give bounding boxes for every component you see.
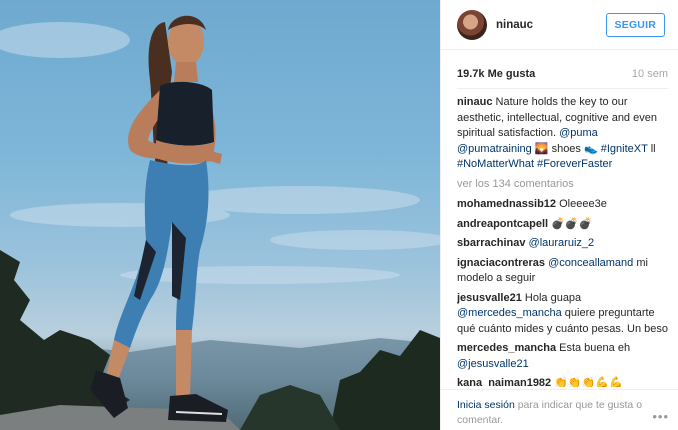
login-link[interactable]: Inicia sesión bbox=[457, 399, 515, 411]
avatar[interactable] bbox=[457, 9, 487, 40]
caption-username[interactable]: ninauc bbox=[457, 96, 492, 108]
comment-text: Oleeee3e bbox=[556, 198, 607, 210]
comment-username[interactable]: mercedes_mancha bbox=[457, 342, 556, 354]
comment-username[interactable]: kana_naiman1982 bbox=[457, 377, 551, 387]
mention-link[interactable]: @puma bbox=[559, 127, 598, 139]
comment-username[interactable]: andreapontcapell bbox=[457, 218, 548, 230]
comment-text: Esta buena eh bbox=[556, 342, 631, 354]
comment: mohamednassib12 Oleeee3e bbox=[457, 197, 669, 213]
caption-text: ll bbox=[647, 142, 656, 155]
comment: sbarrachinav @lauraruiz_2 bbox=[457, 236, 669, 252]
mention-link[interactable]: @conceallamand bbox=[548, 257, 633, 269]
likes-count[interactable]: 19.7k Me gusta bbox=[457, 68, 535, 80]
caption-text: 🌄 shoes 👟 bbox=[531, 142, 601, 155]
mention-link[interactable]: @lauraruiz_2 bbox=[529, 237, 595, 249]
post-age[interactable]: 10 sem bbox=[632, 68, 668, 80]
post-photo[interactable] bbox=[0, 0, 440, 430]
photo-illustration bbox=[0, 15, 440, 430]
comment: andreapontcapell 💣💣💣 bbox=[457, 217, 669, 233]
post-modal: ninauc SEGUIR 19.7k Me gusta 10 sem nina… bbox=[0, 0, 678, 430]
mention-link[interactable]: @jesusvalle21 bbox=[457, 358, 529, 370]
comment-text: 💣💣💣 bbox=[548, 217, 593, 230]
comment-username[interactable]: sbarrachinav bbox=[457, 237, 525, 249]
comment: kana_naiman1982 👏👏👏💪💪 bbox=[457, 376, 669, 387]
more-options-icon[interactable]: ••• bbox=[652, 409, 669, 424]
comments-list[interactable]: ninauc Nature holds the key to our aesth… bbox=[457, 95, 669, 387]
comment: jesusvalle21 Hola guapa @mercedes_mancha… bbox=[457, 291, 669, 338]
comment: ignaciacontreras @conceallamand mi model… bbox=[457, 256, 669, 287]
header-username[interactable]: ninauc bbox=[496, 19, 533, 31]
comment-text: Hola guapa bbox=[521, 291, 582, 304]
mention-link[interactable]: @mercedes_mancha bbox=[457, 307, 562, 319]
hashtag-link[interactable]: #NoMatterWhat bbox=[457, 158, 534, 170]
login-prompt: Inicia sesión para indicar que te gusta … bbox=[441, 389, 678, 430]
mention-link[interactable]: @pumatraining bbox=[457, 143, 532, 155]
comment-username[interactable]: jesusvalle21 bbox=[457, 292, 522, 304]
comment-text: 👏👏👏💪💪 bbox=[551, 377, 623, 387]
likes-row: 19.7k Me gusta 10 sem bbox=[457, 61, 668, 89]
comment-username[interactable]: mohamednassib12 bbox=[457, 198, 556, 210]
follow-button[interactable]: SEGUIR bbox=[605, 12, 665, 37]
post-side-panel: ninauc SEGUIR 19.7k Me gusta 10 sem nina… bbox=[440, 0, 678, 430]
hashtag-link[interactable]: #IgniteXT bbox=[601, 143, 648, 155]
comment-username[interactable]: ignaciacontreras bbox=[457, 257, 545, 269]
post-header: ninauc SEGUIR bbox=[441, 0, 678, 50]
hashtag-link[interactable]: #ForeverFaster bbox=[537, 158, 612, 170]
comment: mercedes_mancha Esta buena eh @jesusvall… bbox=[457, 341, 669, 372]
caption: ninauc Nature holds the key to our aesth… bbox=[457, 95, 669, 173]
view-more-comments[interactable]: ver los 134 comentarios bbox=[457, 177, 669, 193]
